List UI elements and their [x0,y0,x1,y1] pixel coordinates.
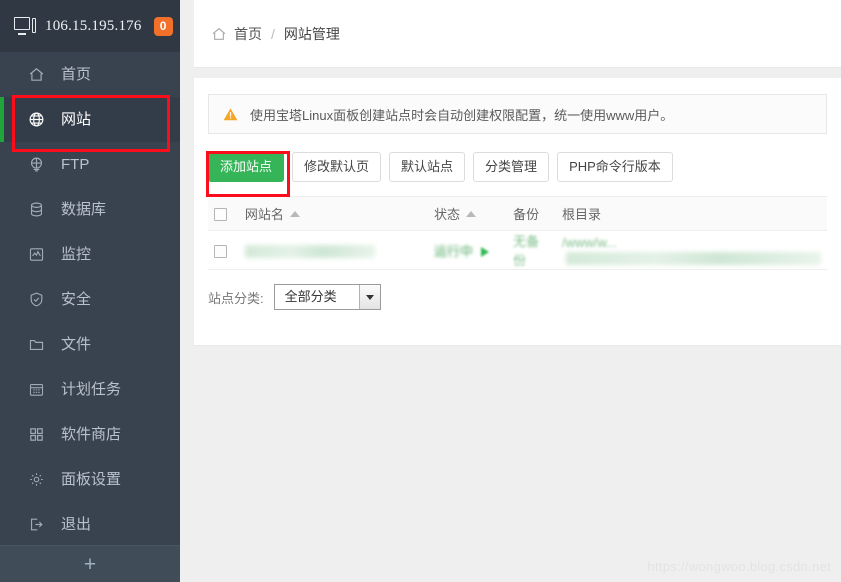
folder-icon [29,340,44,351]
alert-text: 使用宝塔Linux面板创建站点时会自动创建权限配置，统一使用www用户。 [250,107,674,123]
row-checkbox[interactable] [214,244,227,258]
breadcrumb-current: 网站管理 [283,25,340,42]
website-panel: 使用宝塔Linux面板创建站点时会自动创建权限配置，统一使用www用户。 添加站… [194,78,841,345]
sidebar-item-label: 退出 [61,516,92,533]
sidebar-item-label: FTP [61,156,90,173]
breadcrumb-separator: / [271,25,275,42]
category-select[interactable]: 全部分类 [273,284,381,310]
sidebar-item-label: 首页 [61,66,92,83]
calendar-icon [29,384,44,396]
add-site-button[interactable]: 添加站点 [208,152,285,182]
table-head: 网站名 状态 备份 根目录 [208,196,827,231]
cell-status: 运行中 [427,230,508,270]
site-list-table: 网站名 状态 备份 根目录 运行中 无备份 /www/w... [208,196,827,270]
th-status-label: 状态 [433,207,460,222]
globe-icon [29,112,44,127]
cell-site-name[interactable] [238,230,428,270]
table-row[interactable]: 运行中 无备份 /www/w... [208,230,827,270]
sidebar-add-button[interactable]: + [0,545,180,582]
status-text: 运行中 [433,243,473,259]
warning-triangle-icon [223,108,238,121]
sidebar-item-monitor[interactable]: 监控 [0,232,180,277]
sidebar-item-home[interactable]: 首页 [0,52,180,97]
select-all-checkbox[interactable] [214,208,227,222]
category-manage-button[interactable]: 分类管理 [473,152,550,182]
watermark: https://wongwoo.blog.csdn.net [647,559,831,574]
bt-panel-window: 106.15.195.176 0 首页 网站 FTP 数据库 监控 安全 文件 … [0,0,841,582]
sidebar-item-label: 文件 [61,336,92,353]
breadcrumb: 首页 / 网站管理 [211,24,340,44]
info-alert: 使用宝塔Linux面板创建站点时会自动创建权限配置，统一使用www用户。 [208,94,827,134]
sidebar-item-ftp[interactable]: FTP [0,142,180,187]
sidebar-item-website[interactable]: 网站 [0,97,180,142]
sort-asc-icon[interactable] [289,210,300,217]
th-select-all[interactable] [208,196,239,231]
sort-asc-icon[interactable] [465,210,476,217]
breadcrumb-bar: 首页 / 网站管理 [194,0,841,68]
home-icon [212,27,226,40]
sidebar-header: 106.15.195.176 0 [0,0,180,52]
chevron-down-icon[interactable] [358,285,380,309]
redacted-site-name [244,244,375,258]
th-backup: 备份 [507,196,556,231]
row-select-cell[interactable] [208,230,239,270]
th-site-name[interactable]: 网站名 [238,196,428,231]
main-content: 首页 / 网站管理 使用宝塔Linux面板创建站点时会自动创建权限配置，统一使用… [180,0,841,582]
website-toolbar: 添加站点 修改默认页 默认站点 分类管理 PHP命令行版本 [208,152,827,182]
sidebar-item-label: 监控 [61,246,92,263]
default-site-button[interactable]: 默认站点 [389,152,466,182]
th-status[interactable]: 状态 [427,196,508,231]
sidebar-item-label: 安全 [61,291,92,308]
ftp-icon [30,157,43,172]
plus-icon: + [83,552,97,576]
sidebar-item-label: 网站 [61,111,92,128]
sidebar-item-label: 软件商店 [61,426,122,443]
logout-icon [30,518,43,531]
root-dir-text: /www/w... [562,234,617,250]
cell-backup: 无备份 [507,230,556,270]
th-backup-label: 备份 [513,207,540,222]
th-root-dir-label: 根目录 [562,207,602,222]
sidebar-item-files[interactable]: 文件 [0,322,180,367]
php-cli-version-button[interactable]: PHP命令行版本 [557,152,673,182]
sidebar-item-label: 数据库 [61,201,107,218]
database-icon [30,202,43,217]
redacted-root-dir [566,252,821,266]
sidebar-item-label: 面板设置 [61,471,122,488]
th-site-name-label: 网站名 [244,207,284,222]
sidebar-item-panel-settings[interactable]: 面板设置 [0,457,180,502]
sidebar-item-label: 计划任务 [61,381,122,398]
sidebar-item-cron[interactable]: 计划任务 [0,367,180,412]
gear-icon [30,473,43,486]
server-ip-label: 106.15.195.176 [45,17,142,34]
breadcrumb-home-link[interactable]: 首页 [234,24,262,44]
shield-icon [30,292,43,307]
sidebar-nav: 首页 网站 FTP 数据库 监控 安全 文件 计划任务 软件商店 面板设置 退出 [0,52,180,547]
category-filter-label: 站点分类: [208,290,264,306]
cell-root-dir: /www/w... [556,230,827,270]
grid-icon [30,428,43,441]
sidebar-item-logout[interactable]: 退出 [0,502,180,547]
edit-default-page-button[interactable]: 修改默认页 [292,152,382,182]
sidebar-item-security[interactable]: 安全 [0,277,180,322]
monitor-icon [14,17,36,35]
category-select-value: 全部分类 [284,289,337,304]
play-icon[interactable] [480,247,489,258]
sidebar-item-database[interactable]: 数据库 [0,187,180,232]
home-icon [29,68,44,81]
sidebar: 106.15.195.176 0 首页 网站 FTP 数据库 监控 安全 文件 … [0,0,180,582]
table-header-row: 网站名 状态 备份 根目录 [208,196,827,231]
notification-badge[interactable]: 0 [153,16,173,36]
category-filter: 站点分类: 全部分类 [208,284,827,310]
monitor-chart-icon [29,248,44,261]
backup-text: 无备份 [513,234,540,268]
th-root-dir: 根目录 [556,196,827,231]
table-body: 运行中 无备份 /www/w... [208,230,827,270]
sidebar-item-app-store[interactable]: 软件商店 [0,412,180,457]
